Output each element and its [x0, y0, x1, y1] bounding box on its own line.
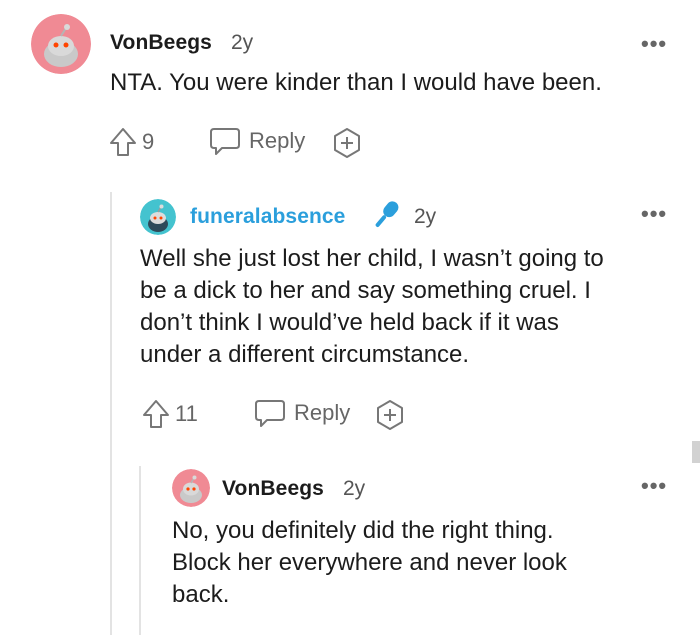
- comment-text: Well she just lost her child, I wasn’t g…: [140, 243, 604, 371]
- upvote-arrow-icon: [108, 126, 138, 158]
- comment-username[interactable]: VonBeegs: [222, 477, 324, 501]
- comment-bubble-icon: [254, 398, 286, 428]
- upvote-count: 9: [142, 129, 155, 154]
- comment-username[interactable]: funeralabsence: [190, 205, 345, 229]
- upvote-count: 11: [175, 401, 198, 426]
- thread-line[interactable]: [139, 466, 141, 635]
- scrollbar-handle[interactable]: [692, 441, 700, 463]
- award-plus-icon: [331, 127, 363, 159]
- upvote-arrow-icon: [141, 398, 171, 430]
- comment-age: 2y: [414, 205, 437, 228]
- thread-line[interactable]: [110, 192, 112, 635]
- comment-text-line: Block her everywhere and never look: [172, 549, 567, 576]
- upvote-button[interactable]: 11: [141, 398, 198, 430]
- reply-label: Reply: [294, 400, 351, 425]
- more-options-icon[interactable]: •••: [641, 31, 667, 57]
- comment-age: 2y: [231, 31, 254, 54]
- comment-text-line: don’t think I would’ve held back if it w…: [140, 309, 559, 336]
- award-plus-icon: [374, 399, 406, 431]
- comment-age: 2y: [343, 477, 366, 500]
- upvote-button[interactable]: 9: [108, 126, 154, 158]
- comment-text-line: Well she just lost her child, I wasn’t g…: [140, 245, 604, 272]
- comment-text-line: No, you definitely did the right thing.: [172, 517, 554, 544]
- comment-text-line: back.: [172, 581, 230, 608]
- comment-text-line: be a dick to her and say something cruel…: [140, 277, 591, 304]
- avatar[interactable]: [172, 469, 210, 507]
- award-button[interactable]: [331, 127, 363, 159]
- award-button[interactable]: [374, 399, 406, 431]
- comment-text: No, you definitely did the right thing. …: [172, 515, 567, 611]
- comment-text-line: under a different circumstance.: [140, 341, 470, 368]
- comment-username[interactable]: VonBeegs: [110, 31, 212, 55]
- reply-label: Reply: [249, 128, 306, 153]
- avatar[interactable]: [31, 14, 91, 74]
- microphone-icon: [368, 197, 404, 238]
- reply-button[interactable]: Reply: [209, 126, 305, 156]
- more-options-icon[interactable]: •••: [641, 201, 667, 227]
- more-options-icon[interactable]: •••: [641, 473, 667, 499]
- comment-bubble-icon: [209, 126, 241, 156]
- avatar[interactable]: [140, 199, 176, 235]
- comment-text: NTA. You were kinder than I would have b…: [110, 69, 602, 96]
- reply-button[interactable]: Reply: [254, 398, 350, 428]
